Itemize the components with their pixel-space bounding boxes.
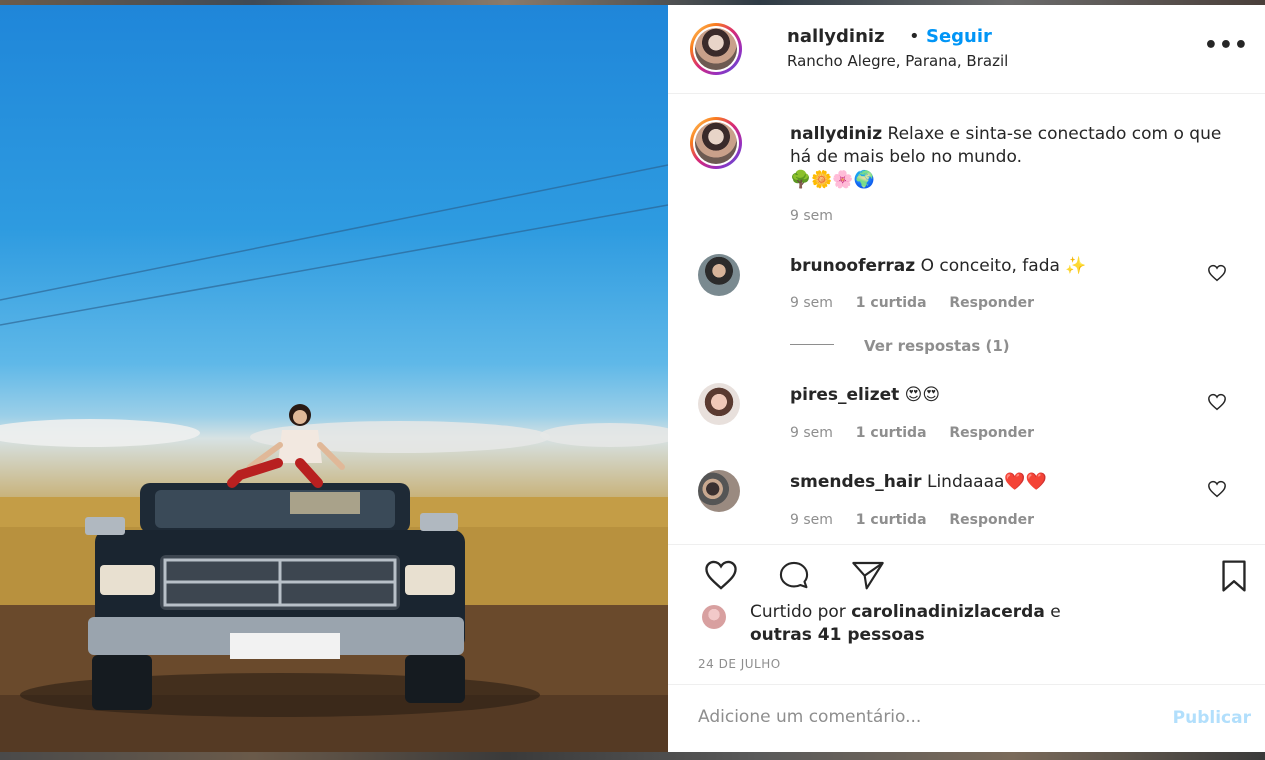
comment-username[interactable]: brunooferraz	[790, 256, 915, 276]
comment-text: O conceito, fada ✨	[920, 256, 1087, 276]
comment-avatar[interactable]	[698, 470, 740, 512]
view-replies-button[interactable]: Ver respostas (1)	[864, 337, 1010, 355]
follow-button[interactable]: Seguir	[926, 26, 992, 47]
comment-text: 😍😍	[904, 385, 941, 405]
comment-username[interactable]: pires_elizet	[790, 385, 899, 405]
comment-time[interactable]: 9 sem	[790, 512, 833, 528]
comment-reply-button[interactable]: Responder	[949, 295, 1034, 311]
like-heart-icon[interactable]	[698, 559, 744, 591]
comment-bubble-icon[interactable]	[771, 559, 817, 593]
comment-avatar-image	[698, 254, 740, 296]
comment-like-heart-icon[interactable]	[1206, 480, 1228, 498]
publish-button[interactable]: Publicar	[1173, 708, 1251, 728]
separator-dot: •	[909, 26, 920, 47]
add-comment-input[interactable]	[698, 707, 1138, 727]
liked-by-avatar[interactable]	[702, 605, 726, 629]
author-username[interactable]: nallydiniz	[787, 26, 885, 47]
instagram-post-view: nallydiniz • Seguir Rancho Alegre, Paran…	[0, 0, 1265, 760]
view-replies-divider	[790, 344, 834, 345]
post-photo-illustration	[0, 164, 668, 752]
add-comment-bar: Publicar	[668, 684, 1265, 752]
share-send-icon[interactable]	[845, 559, 891, 591]
save-bookmark-icon[interactable]	[1213, 559, 1255, 593]
caption-meta: 9 sem	[790, 208, 851, 224]
caption-time[interactable]: 9 sem	[790, 208, 833, 224]
caption-avatar[interactable]	[690, 117, 742, 169]
post-photo[interactable]	[0, 5, 668, 752]
liked-by-prefix: Curtido por	[750, 602, 846, 622]
post-side-panel: nallydiniz • Seguir Rancho Alegre, Paran…	[668, 5, 1265, 752]
comment-item: brunooferraz O conceito, fada ✨	[790, 255, 1190, 278]
comment-time[interactable]: 9 sem	[790, 295, 833, 311]
liked-by-suffix: e	[1050, 602, 1061, 622]
caption-text-block: nallydiniz Relaxe e sinta-se conectado c…	[790, 123, 1240, 192]
author-avatar[interactable]	[690, 23, 742, 75]
liked-by-text: Curtido por carolinadinizlacerda e outra…	[750, 601, 1061, 647]
liked-by-user[interactable]: carolinadinizlacerda	[851, 602, 1045, 622]
author-avatar-image	[695, 28, 737, 70]
comment-reply-button[interactable]: Responder	[949, 512, 1034, 528]
comment-meta: 9 sem 1 curtida Responder	[790, 512, 1052, 528]
post-date[interactable]: 24 DE JULHO	[698, 657, 781, 671]
comment-meta: 9 sem 1 curtida Responder	[790, 425, 1052, 441]
caption-emojis: 🌳🌼🌸🌍	[790, 170, 875, 190]
more-options-icon[interactable]: •••	[1204, 33, 1249, 58]
comment-likes-count[interactable]: 1 curtida	[856, 425, 927, 441]
comment-item: pires_elizet 😍😍	[790, 384, 1190, 407]
comment-like-heart-icon[interactable]	[1206, 393, 1228, 411]
liked-by-others[interactable]: outras 41 pessoas	[750, 625, 925, 645]
comment-like-heart-icon[interactable]	[1206, 264, 1228, 282]
comment-avatar[interactable]	[698, 383, 740, 425]
comment-likes-count[interactable]: 1 curtida	[856, 295, 927, 311]
comment-avatar-image	[698, 470, 740, 512]
comment-avatar-image	[698, 383, 740, 425]
post-header: nallydiniz • Seguir Rancho Alegre, Paran…	[668, 5, 1265, 94]
post-location[interactable]: Rancho Alegre, Parana, Brazil	[787, 52, 1008, 70]
post-actions: Curtido por carolinadinizlacerda e outra…	[668, 544, 1265, 684]
comment-username[interactable]: smendes_hair	[790, 472, 922, 492]
comment-time[interactable]: 9 sem	[790, 425, 833, 441]
comment-item: smendes_hair Lindaaaa❤️❤️	[790, 471, 1190, 494]
caption-avatar-image	[695, 122, 737, 164]
comment-avatar[interactable]	[698, 254, 740, 296]
comment-reply-button[interactable]: Responder	[949, 425, 1034, 441]
comment-text: Lindaaaa❤️❤️	[926, 472, 1047, 492]
background-strip-bottom	[0, 752, 1265, 760]
comment-meta: 9 sem 1 curtida Responder	[790, 295, 1052, 311]
caption-username[interactable]: nallydiniz	[790, 124, 882, 144]
comment-likes-count[interactable]: 1 curtida	[856, 512, 927, 528]
